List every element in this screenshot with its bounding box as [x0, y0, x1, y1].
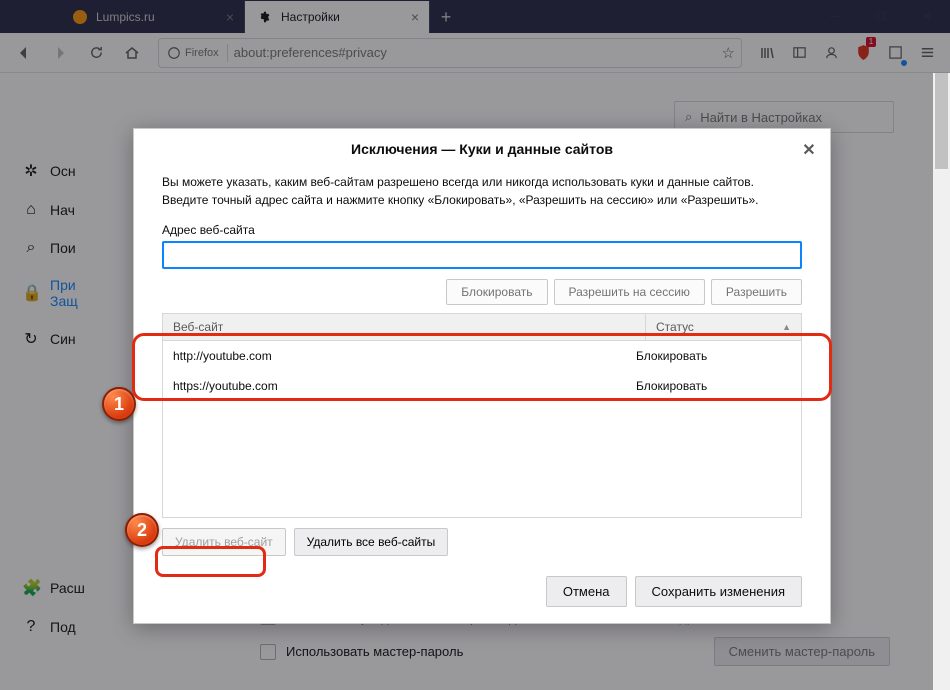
exceptions-list: http://youtube.com Блокировать https://y…	[162, 341, 802, 518]
cell-status: Блокировать	[636, 379, 791, 393]
dialog-description: Вы можете указать, каким веб-сайтам разр…	[162, 173, 802, 209]
cell-status: Блокировать	[636, 349, 791, 363]
table-row[interactable]: https://youtube.com Блокировать	[163, 371, 801, 401]
block-button[interactable]: Блокировать	[446, 279, 547, 305]
exceptions-dialog: Исключения — Куки и данные сайтов ✕ Вы м…	[133, 128, 831, 624]
website-address-input[interactable]	[162, 241, 802, 269]
allow-session-button[interactable]: Разрешить на сессию	[554, 279, 705, 305]
table-row[interactable]: http://youtube.com Блокировать	[163, 341, 801, 371]
sort-indicator-icon: ▲	[782, 322, 791, 332]
table-header: Веб-сайт Статус ▲	[162, 313, 802, 341]
address-field-label: Адрес веб-сайта	[162, 223, 802, 237]
dialog-close-button[interactable]: ✕	[798, 139, 820, 161]
remove-all-websites-button[interactable]: Удалить все веб-сайты	[294, 528, 449, 556]
scrollbar-thumb[interactable]	[935, 73, 948, 169]
dialog-title: Исключения — Куки и данные сайтов ✕	[134, 129, 830, 169]
save-changes-button[interactable]: Сохранить изменения	[635, 576, 803, 607]
column-header-website[interactable]: Веб-сайт	[163, 314, 646, 340]
cell-site: http://youtube.com	[173, 349, 636, 363]
allow-button[interactable]: Разрешить	[711, 279, 802, 305]
annotation-marker-2: 2	[125, 513, 159, 547]
remove-website-button[interactable]: Удалить веб-сайт	[162, 528, 286, 556]
cancel-button[interactable]: Отмена	[546, 576, 627, 607]
annotation-marker-1: 1	[102, 387, 136, 421]
column-header-status[interactable]: Статус ▲	[646, 314, 801, 340]
cell-site: https://youtube.com	[173, 379, 636, 393]
